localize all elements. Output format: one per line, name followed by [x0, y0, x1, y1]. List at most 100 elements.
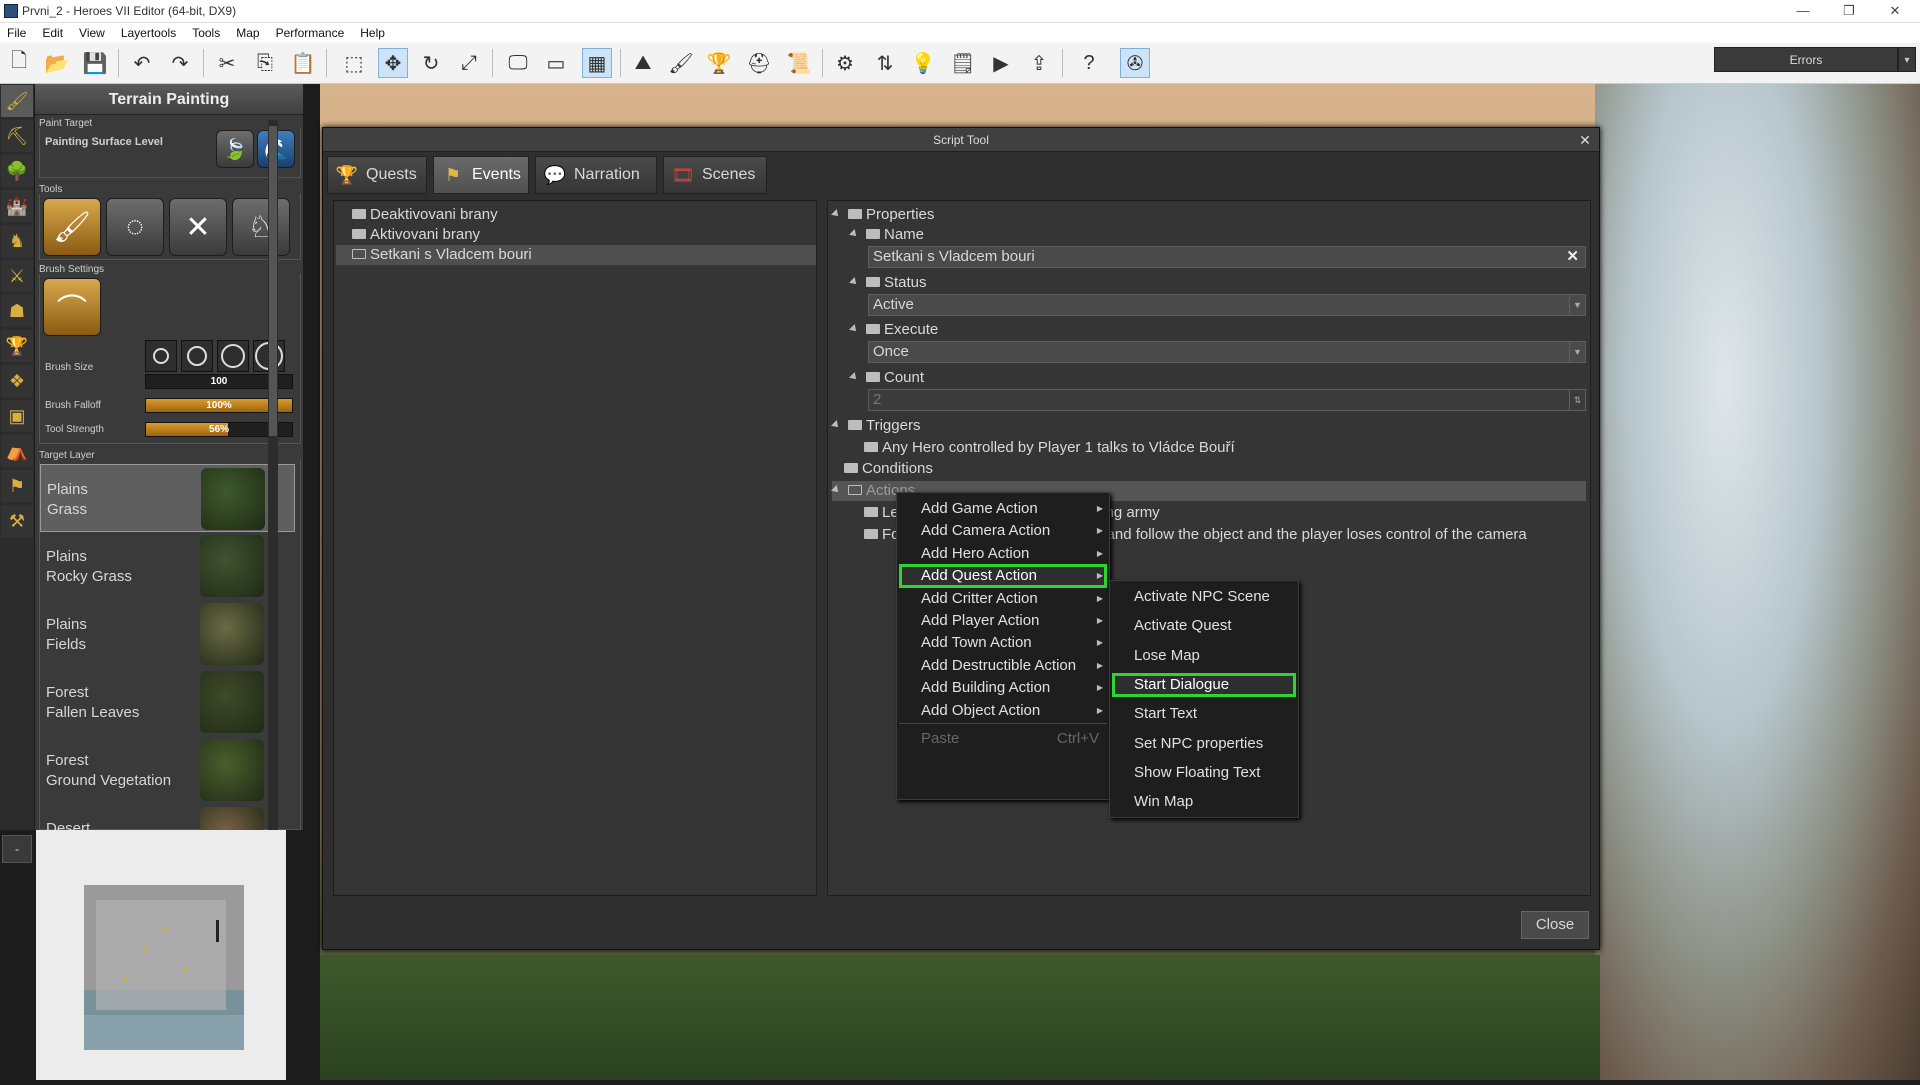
mine-tool-icon[interactable]: ⛺ — [1, 435, 33, 467]
terrain-scroll-thumb[interactable] — [269, 126, 277, 436]
menu-item-add-game-action[interactable]: Add Game Action ▶ — [899, 497, 1107, 521]
conditions-node[interactable]: Conditions — [832, 459, 933, 479]
helmet-icon[interactable]: ⛑ — [744, 48, 774, 78]
menu-item-add-hero-action[interactable]: Add Hero Action ▶ — [899, 542, 1107, 566]
trophy-tool-icon[interactable]: 🏆 — [1, 330, 33, 362]
close-window-button[interactable]: ✕ — [1872, 0, 1918, 22]
name-node[interactable]: Name — [849, 225, 924, 245]
terrain-paint-tool-icon[interactable]: 🖌 — [1, 85, 33, 117]
terrain-panel-scrollbar[interactable] — [268, 120, 278, 830]
action-item[interactable]: Le — [848, 503, 899, 523]
clipboard-icon[interactable]: 🗒 — [948, 48, 978, 78]
menu-help[interactable]: Help — [352, 23, 393, 40]
misc-tool-icon[interactable]: ⚒ — [1, 505, 33, 537]
move-tool-icon[interactable]: ✥ — [378, 48, 408, 78]
brush-size-1-button[interactable] — [145, 340, 177, 372]
layer-item[interactable]: Forest Fallen Leaves — [40, 668, 295, 736]
name-field[interactable]: Setkani s Vladcem bouri ✕ — [868, 246, 1586, 268]
menu-layertools[interactable]: Layertools — [113, 23, 184, 40]
army-tool-icon[interactable]: ⚔ — [1, 260, 33, 292]
status-select[interactable]: Active ▼ — [868, 294, 1586, 316]
help-icon[interactable]: ? — [1074, 48, 1104, 78]
leaf-icon[interactable]: 🍃 — [216, 130, 254, 168]
eraser-tool-icon[interactable]: ✕ — [169, 198, 227, 256]
errors-dropdown[interactable]: Errors — [1714, 47, 1898, 72]
menu-tools[interactable]: Tools — [184, 23, 228, 40]
cut-icon[interactable]: ✂ — [212, 48, 242, 78]
maximize-button[interactable]: ❐ — [1826, 0, 1872, 22]
menu-item-add-town-action[interactable]: Add Town Action ▶ — [899, 631, 1107, 655]
chest-tool-icon[interactable]: ▣ — [1, 400, 33, 432]
menu-edit[interactable]: Edit — [34, 23, 71, 40]
scale-tool-icon[interactable]: ⤢ — [454, 48, 484, 78]
select-tool-icon[interactable]: ⬚ — [339, 48, 369, 78]
submenu-item-win-map[interactable]: Win Map — [1112, 790, 1296, 814]
chevron-down-icon[interactable]: ▼ — [1569, 342, 1585, 362]
submenu-item-set-npc-properties[interactable]: Set NPC properties — [1112, 732, 1296, 756]
count-node[interactable]: Count — [849, 368, 924, 388]
open-folder-icon[interactable]: 📂 — [42, 48, 72, 78]
layer-item[interactable]: Plains Rocky Grass — [40, 532, 295, 600]
submenu-item-activate-quest[interactable]: Activate Quest — [1112, 614, 1296, 638]
submenu-item-start-dialogue[interactable]: Start Dialogue — [1112, 672, 1296, 697]
redo-icon[interactable]: ↷ — [165, 48, 195, 78]
event-item[interactable]: Deaktivovani brany — [336, 205, 816, 225]
execute-select[interactable]: Once ▼ — [868, 341, 1586, 363]
menu-item-add-player-action[interactable]: Add Player Action ▶ — [899, 609, 1107, 633]
event-item-selected[interactable]: Setkani s Vladcem bouri — [336, 245, 816, 265]
event-item[interactable]: Aktivovani brany — [336, 225, 816, 245]
terrain-up-icon[interactable]: ⛰ — [628, 48, 658, 78]
minimize-button[interactable]: — — [1780, 0, 1826, 22]
gears-icon[interactable]: ⚙ — [830, 48, 860, 78]
road-tool-icon[interactable]: ⛏ — [1, 120, 33, 152]
arrows-icon[interactable]: ⇅ — [870, 48, 900, 78]
hero-tool-icon[interactable]: ♞ — [1, 225, 33, 257]
menu-item-add-building-action[interactable]: Add Building Action ▶ — [899, 676, 1107, 700]
brush-size-2-button[interactable] — [181, 340, 213, 372]
export-icon[interactable]: ⇪ — [1024, 48, 1054, 78]
minimap-toggle-button[interactable]: - — [2, 835, 32, 863]
menu-view[interactable]: View — [71, 23, 113, 40]
menu-item-add-critter-action[interactable]: Add Critter Action ▶ — [899, 587, 1107, 611]
terrain-paint-icon[interactable]: 🖌 — [666, 48, 696, 78]
minimap[interactable] — [36, 830, 286, 1080]
copy-icon[interactable]: ⎘ — [250, 48, 280, 78]
dialog-close-icon[interactable]: ✕ — [1577, 132, 1593, 148]
rider-tool-icon[interactable]: ♘ — [232, 198, 290, 256]
menu-item-add-quest-action[interactable]: Add Quest Action ▶ — [899, 564, 1107, 589]
tab-scenes[interactable]: 🎞 Scenes — [663, 156, 767, 194]
scroll-icon[interactable]: 📜 — [784, 48, 814, 78]
lightbulb-icon[interactable]: 💡 — [908, 48, 938, 78]
undo-icon[interactable]: ↶ — [127, 48, 157, 78]
town-tool-icon[interactable]: 🏰 — [1, 190, 33, 222]
trigger-item[interactable]: Any Hero controlled by Player 1 talks to… — [848, 438, 1235, 458]
rotate-tool-icon[interactable]: ↻ — [416, 48, 446, 78]
tab-narration[interactable]: 💬 Narration — [535, 156, 657, 194]
layer-item[interactable]: Forest Ground Vegetation — [40, 736, 295, 804]
errors-dropdown-arrow[interactable]: ▾ — [1898, 47, 1916, 72]
brush-tool-icon[interactable]: 🖌 — [43, 198, 101, 256]
play-icon[interactable]: ▶ — [986, 48, 1016, 78]
paste-icon[interactable]: 📋 — [288, 48, 318, 78]
grid-icon[interactable]: ▦ — [582, 48, 612, 78]
stepper-arrows-icon[interactable]: ⇅ — [1569, 390, 1585, 410]
close-button[interactable]: Close — [1521, 911, 1589, 939]
triggers-node[interactable]: Triggers — [831, 416, 920, 436]
submenu-item-lose-map[interactable]: Lose Map — [1112, 644, 1296, 668]
count-stepper[interactable]: 2 ⇅ — [868, 389, 1586, 411]
brush-size-3-button[interactable] — [217, 340, 249, 372]
chevron-down-icon[interactable]: ▼ — [1569, 295, 1585, 315]
creature-tool-icon[interactable]: ☗ — [1, 295, 33, 327]
menu-item-paste[interactable]: Paste Ctrl+V — [899, 727, 1107, 751]
layer-item-selected[interactable]: Plains Grass — [40, 464, 295, 532]
brush-shape-icon[interactable]: ⌒ — [43, 278, 101, 336]
tree-tool-icon[interactable]: 🌳 — [1, 155, 33, 187]
menu-file[interactable]: File — [0, 23, 34, 40]
tab-quests[interactable]: 🏆 Quests — [327, 156, 427, 194]
properties-node[interactable]: Properties — [831, 205, 934, 225]
save-icon[interactable]: 💾 — [80, 48, 110, 78]
execute-node[interactable]: Execute — [849, 320, 938, 340]
menu-item-add-object-action[interactable]: Add Object Action ▶ — [899, 699, 1107, 723]
crystal-tool-icon[interactable]: ❖ — [1, 365, 33, 397]
clear-name-icon[interactable]: ✕ — [1566, 247, 1579, 267]
